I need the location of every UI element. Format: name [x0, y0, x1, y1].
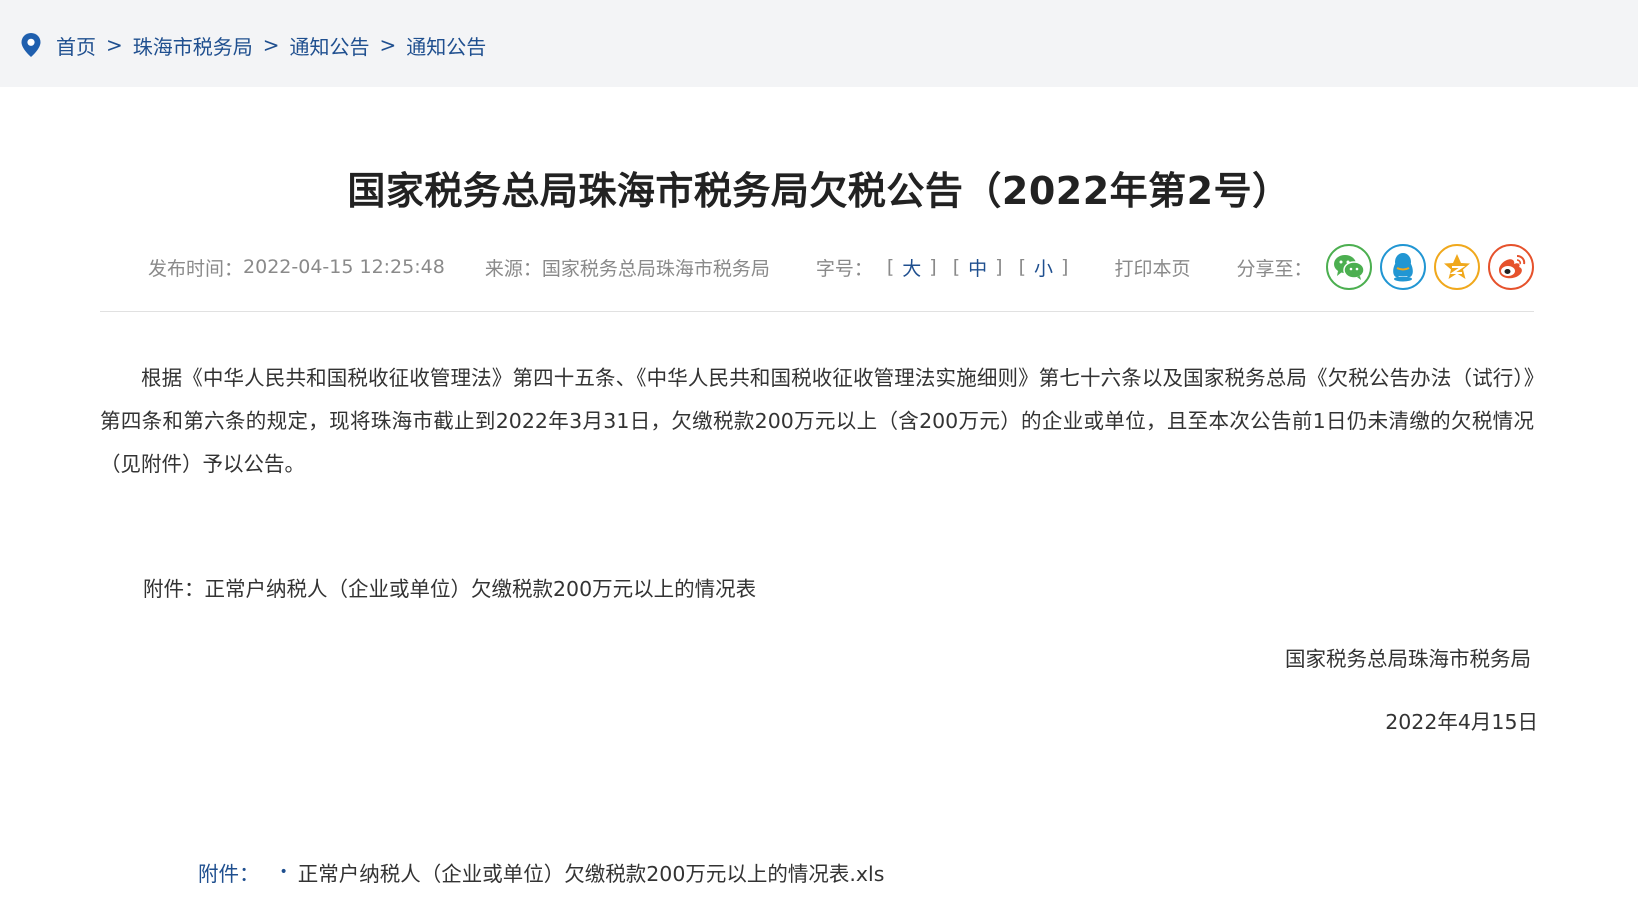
- weibo-icon: [1499, 255, 1526, 279]
- meta-divider: [100, 311, 1534, 312]
- print-page-button[interactable]: 打印本页: [1114, 254, 1190, 281]
- attachments: 附件： • 正常户纳税人（企业或单位）欠缴税款200万元以上的情况表.xls: [198, 857, 884, 887]
- qq-share-button[interactable]: [1380, 244, 1427, 290]
- breadcrumb-separator: >: [379, 33, 397, 57]
- source-label: 来源：: [484, 257, 542, 280]
- publish-time: 2022-04-15 12:25:48: [243, 256, 445, 278]
- bracket: ]: [929, 256, 937, 278]
- breadcrumb-bar: 首页 > 珠海市税务局 > 通知公告 > 通知公告: [0, 0, 1638, 87]
- breadcrumb-notices-current[interactable]: 通知公告: [406, 31, 486, 60]
- breadcrumb-zhuhai-tax-bureau[interactable]: 珠海市税务局: [133, 31, 253, 60]
- breadcrumb-home[interactable]: 首页: [56, 31, 96, 60]
- font-size-label: 字号：: [815, 257, 873, 280]
- bracket: [: [1018, 256, 1026, 278]
- location-pin-icon: [21, 33, 41, 57]
- breadcrumb: 首页 > 珠海市税务局 > 通知公告 > 通知公告: [20, 30, 486, 60]
- publish-time-label: 发布时间：: [148, 257, 244, 280]
- attachment-note: 附件：正常户纳税人（企业或单位）欠缴税款200万元以上的情况表: [143, 577, 757, 601]
- bracket: [: [886, 256, 895, 278]
- attachment-file-link[interactable]: 正常户纳税人（企业或单位）欠缴税款200万元以上的情况表.xls: [298, 857, 885, 887]
- bracket: [: [952, 256, 961, 278]
- source: 国家税务总局珠海市税务局: [541, 257, 770, 280]
- wechat-share-button[interactable]: [1326, 244, 1373, 290]
- article-body: 根据《中华人民共和国税收征收管理法》第四十五条、《中华人民共和国税收征收管理法实…: [100, 366, 1534, 476]
- breadcrumb-separator: >: [262, 33, 280, 57]
- signature: 国家税务总局珠海市税务局: [1285, 647, 1531, 671]
- attachments-label: 附件：: [198, 862, 260, 886]
- article-meta: 发布时间： 2022-04-15 12:25:48 来源： 国家税务总局珠海市税…: [148, 244, 1542, 290]
- qzone-share-button[interactable]: [1434, 244, 1481, 290]
- share-label: 分享至：: [1236, 257, 1313, 280]
- font-size-medium-button[interactable]: 中: [968, 254, 987, 281]
- breadcrumb-separator: >: [106, 33, 123, 57]
- share-icons: [1326, 244, 1542, 290]
- bracket: ]: [1061, 256, 1069, 278]
- article-title: 国家税务总局珠海市税务局欠税公告（2022年第2号）: [347, 169, 1291, 213]
- bullet-icon: •: [279, 864, 288, 880]
- bracket: ]: [995, 256, 1003, 278]
- wechat-icon: [1334, 255, 1366, 280]
- breadcrumb-notices[interactable]: 通知公告: [290, 31, 370, 60]
- weibo-share-button[interactable]: [1488, 244, 1535, 290]
- font-size-large-button[interactable]: 大: [902, 254, 921, 281]
- sign-date: 2022年4月15日: [1385, 710, 1538, 734]
- qq-icon: [1393, 253, 1414, 282]
- qzone-icon: [1444, 254, 1471, 279]
- font-size-small-button[interactable]: 小: [1034, 254, 1053, 281]
